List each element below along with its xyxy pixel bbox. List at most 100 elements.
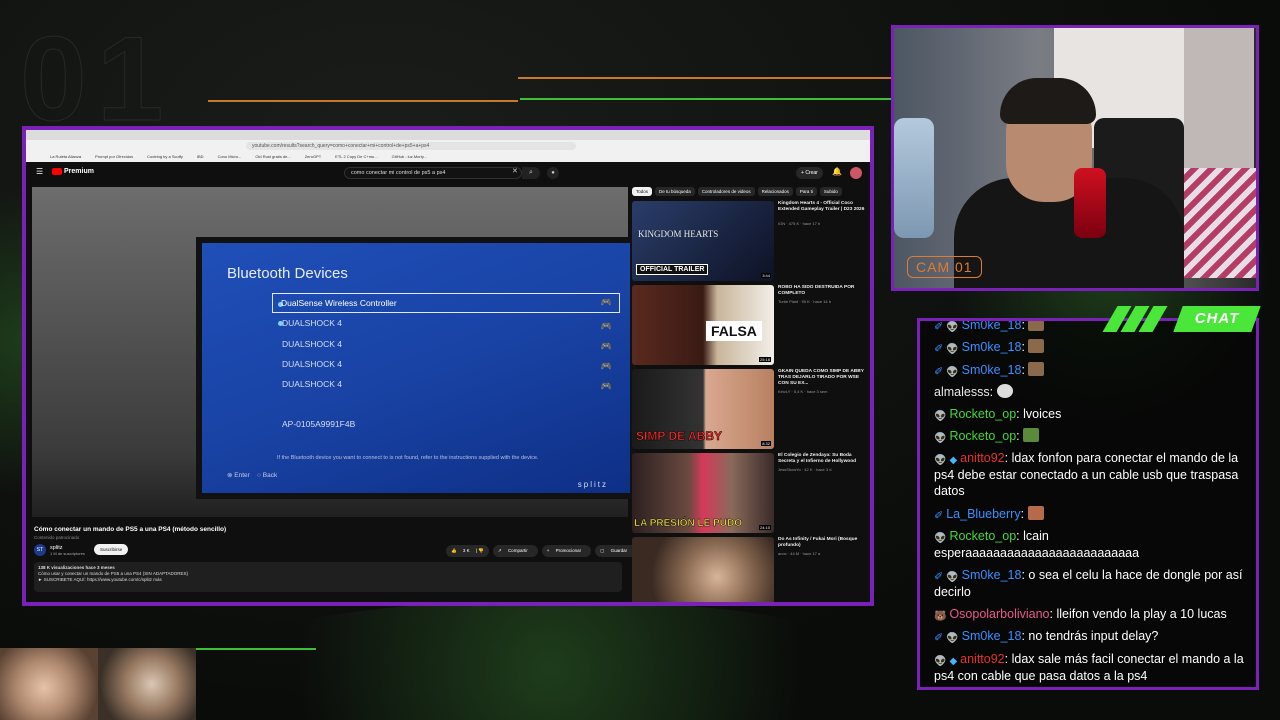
video-meta: JessShowYo · 42 K · hace 3 d xyxy=(778,467,832,472)
chat-messages: ✐ 👽 Sm0ke_18: ✐ 👽 Sm0ke_18: ✐ 👽 Sm0ke_18: alma… xyxy=(934,321,1256,687)
video-thumbnail[interactable]: KINGDOM HEARTS OFFICIAL TRAILER 3:44 xyxy=(632,201,774,281)
video-title[interactable]: Kingdom Hearts 4 - Official Coco Extende… xyxy=(778,201,866,213)
bookmark-item[interactable]: GitHub - luz.Morty... xyxy=(392,154,427,159)
sword-icon: ✐ xyxy=(934,571,944,583)
chat-username: Rocketo_op xyxy=(949,529,1017,543)
alien-icon: 👽 xyxy=(934,433,947,444)
ps4-screen: Bluetooth Devices DualSense Wireless Con… xyxy=(202,243,630,493)
video-description[interactable]: 138 K visualizaciones hace 3 meses Cómo … xyxy=(34,562,622,592)
recommended-video[interactable]: LA PRESIÓN LE PUDO 24:10 El Colegio de Z… xyxy=(632,453,868,533)
chat-message: ✐ 👽 Sm0ke_18: no tendrás input delay? xyxy=(934,629,1159,644)
cube-icon: ◆ xyxy=(949,455,958,466)
menu-icon[interactable]: ☰ xyxy=(36,167,43,176)
video-title[interactable]: Do As Infinity / Fukai Mori (Bosque prof… xyxy=(778,537,866,549)
share-button[interactable]: ↗ Compartir xyxy=(492,545,538,557)
youtube-play-icon xyxy=(52,168,62,175)
like-button[interactable]: 👍 3 K | 👎 xyxy=(446,545,489,557)
chat-message: 👽 ◆ anitto92: ldax fonfon para conectar el… xyxy=(934,451,1239,498)
gamepad-icon: 🎮 xyxy=(600,341,612,351)
video-thumbnail[interactable]: FALSA 25:18 xyxy=(632,285,774,365)
alien-icon: 👽 xyxy=(946,322,959,333)
address-bar[interactable]: youtube.com/results?search_query=como+co… xyxy=(26,140,870,151)
chip-item[interactable]: De tu búsqueda xyxy=(655,187,695,196)
chat-username: Rocketo_op xyxy=(949,429,1017,443)
chat-username: Sm0ke_18 xyxy=(961,321,1022,332)
chip-todos[interactable]: Todos xyxy=(632,187,653,196)
bookmarks-bar: La Ruleta Alianza Prompt por Ofrecidos C… xyxy=(26,151,870,162)
sword-icon: ✐ xyxy=(934,321,944,333)
avatar[interactable] xyxy=(850,167,862,179)
bookmark-item[interactable]: IBD xyxy=(197,154,204,159)
bookmark-item[interactable]: Old Rust gratis de... xyxy=(255,154,290,159)
emote-icon xyxy=(1027,506,1044,520)
url-field[interactable]: youtube.com/results?search_query=como+co… xyxy=(246,141,576,150)
subscribe-button[interactable]: Suscribirse xyxy=(94,544,129,555)
sword-icon: ✐ xyxy=(934,510,944,522)
channel-avatar[interactable]: ST xyxy=(34,544,46,556)
clear-search-icon[interactable]: ✕ xyxy=(512,167,518,175)
video-thumbnail[interactable] xyxy=(632,537,774,602)
bookmark-item[interactable]: Cono Micro... xyxy=(218,154,242,159)
chip-item[interactable]: Controladores de videos xyxy=(697,187,755,196)
sword-icon: ✐ xyxy=(934,343,944,355)
recommended-video[interactable]: KINGDOM HEARTS OFFICIAL TRAILER 3:44 Kin… xyxy=(632,201,868,281)
microphone-icon[interactable]: ● xyxy=(547,167,559,179)
chat-username: La_Blueberry xyxy=(946,507,1021,521)
video-thumbnail[interactable]: SIMP DE ABBY 8:32 xyxy=(632,369,774,449)
chat-header-tab: CHAT xyxy=(1102,306,1261,332)
paint-splatter xyxy=(200,600,900,720)
recommended-video[interactable]: Do As Infinity / Fukai Mori (Bosque prof… xyxy=(632,537,868,602)
bt-device-item: DualSense Wireless Controller xyxy=(272,293,620,313)
alien-icon: 👽 xyxy=(946,633,959,644)
chat-message: 👽 Rocketo_op: lvoices xyxy=(934,407,1062,422)
bookmark-item[interactable]: Prompt por Ofrecidos xyxy=(95,154,133,159)
gamepad-icon: 🎮 xyxy=(600,381,612,391)
sword-icon: ✐ xyxy=(934,366,944,378)
chat-message: 🐻 Osopolarboliviano: lleifon vendo la pla… xyxy=(934,607,1227,622)
bookmark-item[interactable]: Codeing by a Scuffy xyxy=(147,154,183,159)
save-button[interactable]: ▢ Guardar xyxy=(595,545,638,557)
video-title[interactable]: GKAIN QUEDA COMO SIMP DE ABBY TRAS DEJAR… xyxy=(778,369,866,387)
bookmark-item[interactable]: ETL 2 Copy De C+mu... xyxy=(335,154,377,159)
gamepad-icon: 🎮 xyxy=(600,321,612,331)
filter-chips: Todos De tu búsqueda Controladores de vi… xyxy=(632,187,842,196)
browser-tabstrip[interactable] xyxy=(26,130,870,140)
promote-button[interactable]: + Promocionar xyxy=(541,545,592,557)
recommended-video[interactable]: FALSA 25:18 ROBO HA SIDO DESTRUIDA POR C… xyxy=(632,285,868,365)
stream-overlay: 01 youtube.com/results?search_query=como… xyxy=(0,0,1280,720)
recommendations-sidebar: Todos De tu búsqueda Controladores de vi… xyxy=(632,187,868,602)
chip-item[interactable]: Para ti xyxy=(795,187,817,196)
video-player[interactable]: Bluetooth Devices DualSense Wireless Con… xyxy=(32,187,636,517)
chip-item[interactable]: Relacionados xyxy=(757,187,793,196)
description-line: ► SUSCRIBETE AQUÍ: https://www.youtube.c… xyxy=(38,577,162,582)
video-meta: Turtie Plaid · 95 K · hace 14 h xyxy=(778,299,831,304)
search-input[interactable]: como conectar mi control de ps5 a ps4 xyxy=(344,167,522,179)
video-thumbnail[interactable]: LA PRESIÓN LE PUDO 24:10 xyxy=(632,453,774,533)
chip-item[interactable]: Subido xyxy=(819,187,842,196)
cam-label: CAM 01 xyxy=(907,256,982,278)
chat-message: 👽 Rocketo_op: xyxy=(934,428,1252,445)
youtube-logo[interactable]: Premium xyxy=(52,168,94,175)
chat-message: 👽 ◆ anitto92: ldax sale más facil conectar… xyxy=(934,652,1244,683)
notifications-icon[interactable]: 🔔 xyxy=(832,167,842,176)
video-title[interactable]: El Colegio de Zendaya: Su Boda Secreta y… xyxy=(778,453,866,465)
bt-device-item: DUALSHOCK 4 xyxy=(282,359,342,369)
chat-stripes xyxy=(1102,306,1168,332)
alien-icon: 👽 xyxy=(934,656,947,667)
browser-window: youtube.com/results?search_query=como+co… xyxy=(22,126,874,606)
recommended-video[interactable]: SIMP DE ABBY 8:32 GKAIN QUEDA COMO SIMP … xyxy=(632,369,868,449)
create-button[interactable]: + Crear xyxy=(796,167,823,179)
bookmark-item[interactable]: ZeroGPT xyxy=(305,154,321,159)
ps4-title: Bluetooth Devices xyxy=(227,265,348,282)
video-title[interactable]: ROBO HA SIDO DESTRUIDA POR COMPLETO xyxy=(778,285,866,297)
bear-icon: 🐻 xyxy=(934,611,947,622)
alien-icon: 👽 xyxy=(946,572,959,583)
chat-username: Sm0ke_18 xyxy=(961,629,1022,643)
emote-icon xyxy=(1028,321,1045,331)
gamepad-icon: 🎮 xyxy=(600,361,612,371)
channel-info[interactable]: ST splitz 1 M de suscriptores xyxy=(34,544,85,556)
search-icon[interactable]: ⌕ xyxy=(522,167,540,179)
bookmark-item[interactable]: La Ruleta Alianza xyxy=(50,154,81,159)
chat-label: CHAT xyxy=(1194,310,1240,327)
alien-icon: 👽 xyxy=(934,411,947,422)
